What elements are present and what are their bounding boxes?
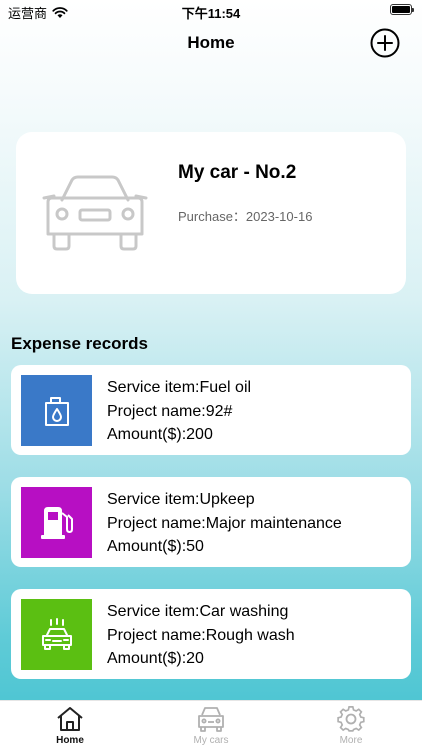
oil-can-icon	[44, 396, 69, 426]
record-project: Project name:92#	[107, 402, 233, 420]
expense-record[interactable]: Service item:Car washing Project name:Ro…	[11, 589, 411, 679]
record-amount: Amount($):200	[107, 426, 213, 443]
purchase-label: Purchase：	[178, 209, 246, 224]
record-project: Project name:Rough wash	[107, 626, 295, 644]
record-service: Service item:Fuel oil	[107, 379, 252, 396]
record-service: Service item:Upkeep	[107, 491, 255, 508]
record-project: Project name:Major maintenance	[107, 514, 342, 532]
plus-circle-icon	[370, 28, 400, 58]
purchase-info: Purchase：2023-10-16	[178, 206, 312, 225]
tab-bar: Home My cars More	[0, 700, 422, 750]
tab-home[interactable]: Home	[30, 705, 110, 746]
car-wash-icon	[41, 617, 72, 650]
tab-home-label: Home	[56, 735, 84, 746]
expense-record[interactable]: Service item:Fuel oil Project name:92# A…	[11, 365, 411, 455]
record-amount: Amount($):20	[107, 650, 204, 667]
record-icon-box	[21, 599, 92, 670]
tab-more-label: More	[339, 735, 363, 746]
expense-record[interactable]: Service item:Upkeep Project name:Major m…	[11, 477, 411, 567]
record-icon-box	[21, 487, 92, 558]
page-title: Home	[187, 33, 235, 52]
car-icon	[198, 707, 224, 732]
home-icon	[57, 707, 83, 731]
car-name: My car - No.2	[178, 162, 297, 183]
expense-section-title: Expense records	[11, 334, 149, 353]
purchase-date: 2023-10-16	[245, 209, 313, 224]
tab-more[interactable]: More	[311, 705, 391, 746]
car-card[interactable]: My car - No.2 Purchase：2023-10-16	[16, 132, 406, 294]
record-service: Service item:Car washing	[107, 603, 289, 620]
tab-my-cars-label: My cars	[193, 735, 229, 746]
status-time: 下午11:54	[181, 6, 241, 21]
record-amount: Amount($):50	[107, 538, 204, 555]
car-outline-icon	[42, 175, 148, 251]
fuel-pump-icon	[40, 506, 73, 539]
tab-my-cars[interactable]: My cars	[171, 705, 251, 746]
battery-level	[392, 6, 410, 13]
gear-icon	[337, 706, 365, 732]
status-bar: 运营商 下午11:54	[0, 0, 422, 22]
battery-icon	[390, 4, 414, 15]
add-button[interactable]	[370, 28, 400, 58]
record-icon-box	[21, 375, 92, 446]
